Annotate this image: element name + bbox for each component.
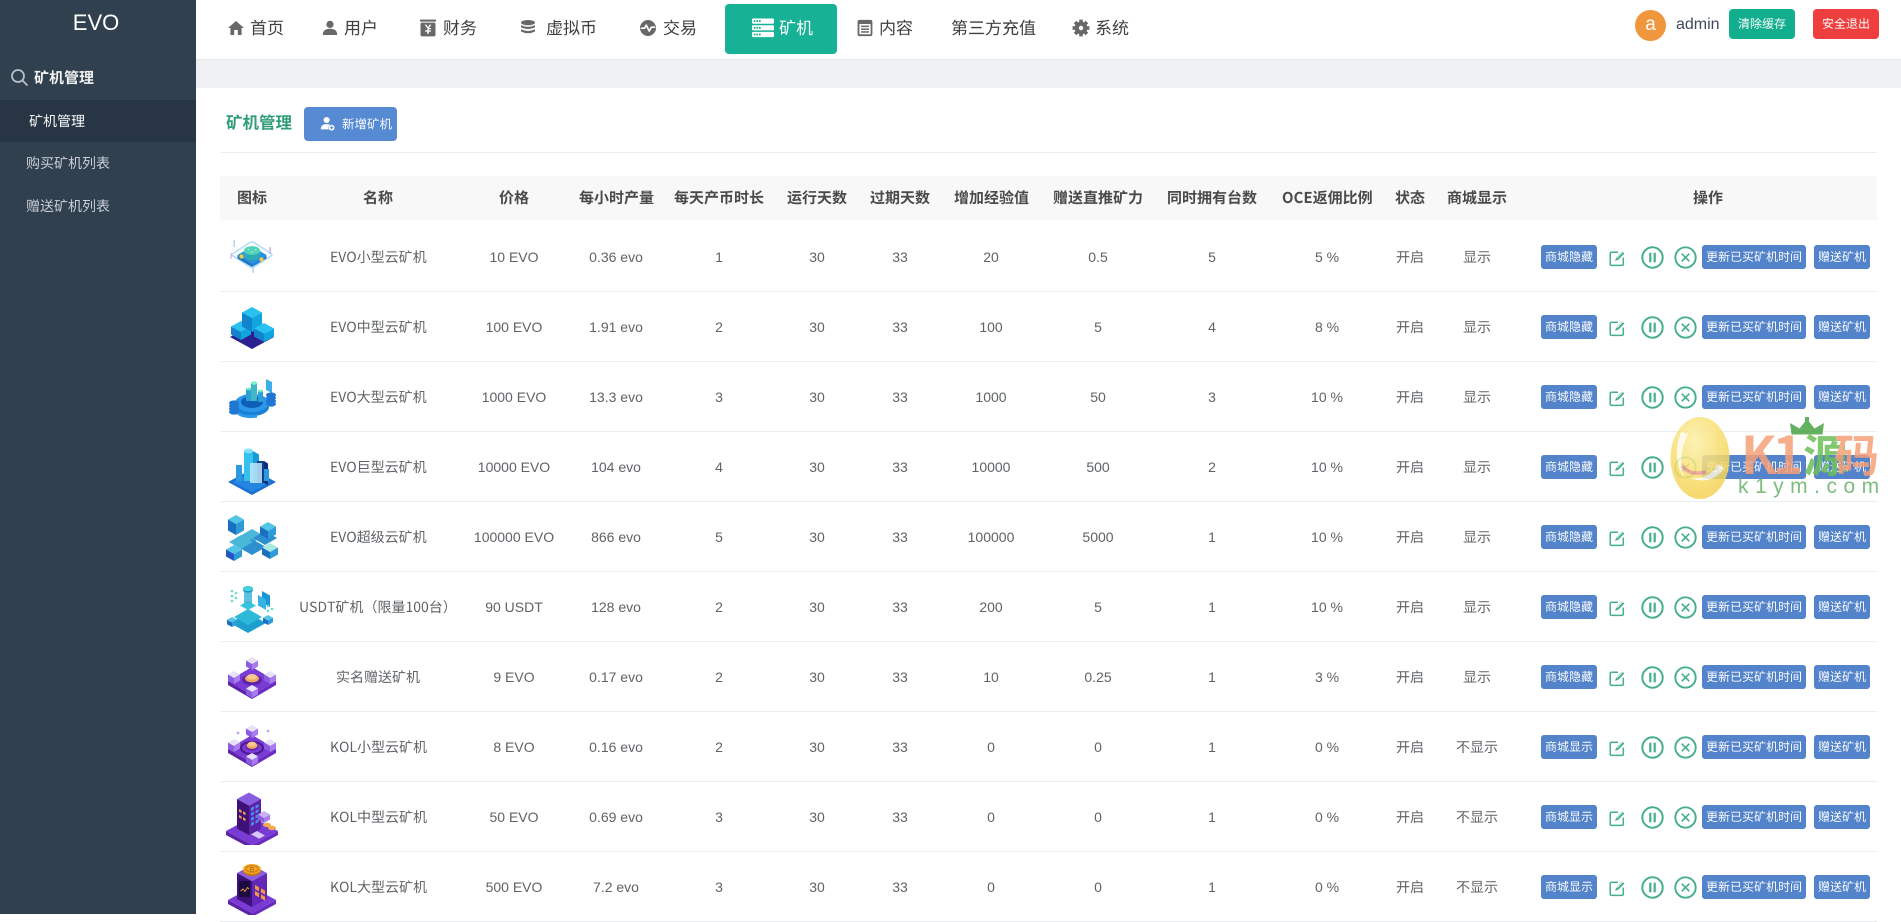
svg-text:B: B [250, 867, 254, 874]
